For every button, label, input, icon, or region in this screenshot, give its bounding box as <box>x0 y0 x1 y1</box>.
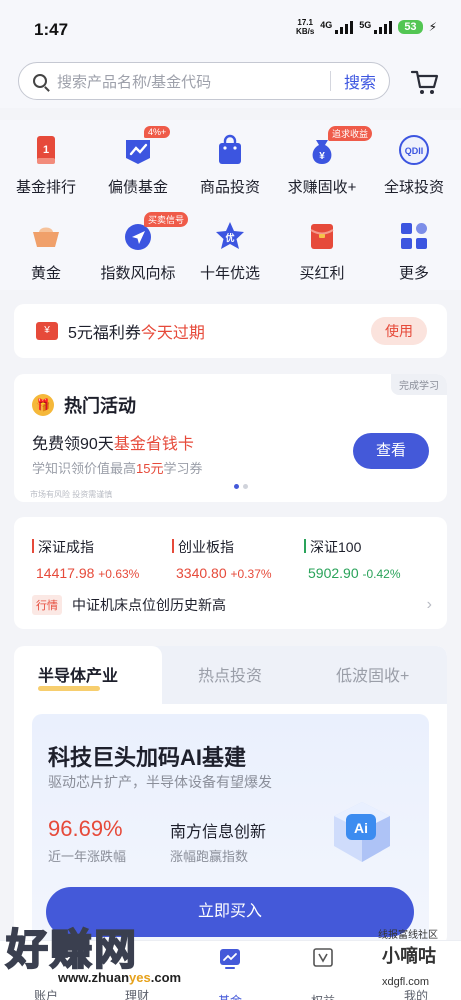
index-szcz[interactable]: 深证成指 14417.98 +0.63% <box>32 537 139 581</box>
index-signal-tag: 买卖信号 <box>144 212 189 227</box>
fund-tabs: 半导体产业 热点投资 低波固收+ <box>14 646 447 704</box>
grid-item-bond-fund[interactable]: 4%+ 偏债基金 <box>92 126 184 197</box>
fund-chart-icon <box>220 949 240 969</box>
activity-header: 🎁 热门活动 <box>32 392 136 418</box>
grid-item-gold[interactable]: 黄金 <box>0 220 92 283</box>
hot-activity-card: 完成学习 🎁 热门活动 免费领90天基金省钱卡 学知识领价值最高15元学习券 查… <box>14 374 447 502</box>
gift-icon: 🎁 <box>32 394 54 416</box>
promo-return-label: 近一年涨跌幅 <box>48 849 127 864</box>
svg-text:QDII: QDII <box>405 146 424 156</box>
grid-item-ten-year[interactable]: 优 十年优选 <box>184 220 276 283</box>
activity-corner-label: 完成学习 <box>391 374 447 395</box>
tab-benefits[interactable]: 权益 <box>288 947 358 1000</box>
activity-view-button[interactable]: 查看 <box>353 433 429 469</box>
promo-subtitle: 驱动芯片扩产，半导体设备有望爆发 <box>48 774 272 790</box>
grid-item-index-signal[interactable]: 买卖信号 指数风向标 <box>92 212 189 283</box>
index-cyb[interactable]: 创业板指 3340.80 +0.37% <box>172 537 272 581</box>
fixed-income-tag: 追求收益 <box>328 126 373 141</box>
shopping-bag-icon <box>214 134 246 166</box>
bond-fund-icon: 4%+ <box>122 126 171 166</box>
bond-fund-tag: 4%+ <box>144 126 171 138</box>
red-envelope-icon <box>306 220 338 252</box>
star-badge-icon: 优 <box>214 220 246 252</box>
index-sz100[interactable]: 深证100 5902.90 -0.42% <box>304 537 401 581</box>
search-row: 搜索产品名称/基金代码 搜索 <box>0 58 461 108</box>
promo-title: 科技巨头加码AI基建 <box>48 745 247 770</box>
status-bar: 1:47 17.1 KB/s 4G 5G 53 ⚡ <box>0 0 461 58</box>
watermark-logo-right: 线报富线社区 小嘀咕 xdgfl.com <box>378 930 438 988</box>
coupon-text: 5元福利券今天过期 <box>68 325 205 342</box>
ai-cube-icon: Ai <box>334 802 390 862</box>
cart-icon[interactable] <box>410 68 440 96</box>
grid-item-more[interactable]: 更多 <box>368 220 460 283</box>
promo-fund-label: 涨幅跑赢指数 <box>170 849 249 864</box>
watermark-logo-left: 好赚网 www.zhuanyes.com <box>5 924 182 985</box>
svg-text:¥: ¥ <box>319 151 325 162</box>
search-button[interactable]: 搜索 <box>331 69 389 93</box>
activity-headline: 免费领90天基金省钱卡 <box>32 436 194 453</box>
charging-icon: ⚡ <box>428 20 437 34</box>
carousel-dots <box>234 484 248 489</box>
activity-subline: 学知识领价值最高15元学习券 <box>32 461 203 476</box>
promo-return-rate: 96.69% <box>48 816 123 841</box>
svg-text:Ai: Ai <box>354 820 368 836</box>
grid-item-commodity[interactable]: 商品投资 <box>184 134 276 197</box>
news-text: 中证机床点位创历史新高 <box>72 597 226 613</box>
activity-title: 热门活动 <box>64 396 136 416</box>
grid-item-fixed-income[interactable]: ¥ 追求收益 求赚固收+ <box>276 126 373 197</box>
money-bag-icon: ¥ 追求收益 <box>306 126 373 166</box>
tab-semiconductor[interactable]: 半导体产业 <box>38 662 118 686</box>
grid-item-dividend[interactable]: 买红利 <box>276 220 368 283</box>
svg-text:1: 1 <box>43 144 49 156</box>
market-news[interactable]: 行情 中证机床点位创历史新高 › <box>32 595 432 615</box>
coupon-banner[interactable]: ¥ 5元福利券今天过期 使用 <box>14 304 447 358</box>
tab-hot-invest[interactable]: 热点投资 <box>198 662 262 686</box>
more-grid-icon <box>398 220 430 252</box>
tab-fund[interactable]: 基金 <box>195 947 265 1000</box>
shortcut-grid: 1 基金排行 4%+ 偏债基金 商品投资 ¥ 追求收益 求赚固收+ QDII 全… <box>0 120 461 290</box>
news-tag: 行情 <box>32 595 62 615</box>
benefits-icon <box>313 948 333 967</box>
svg-text:优: 优 <box>225 232 234 244</box>
market-indices-card[interactable]: 深证成指 14417.98 +0.63% 创业板指 3340.80 +0.37%… <box>14 517 447 629</box>
coupon-icon: ¥ <box>36 322 58 340</box>
status-icons: 17.1 KB/s 4G 5G 53 ⚡ <box>296 18 437 36</box>
gold-ingot-icon <box>30 220 62 252</box>
search-placeholder: 搜索产品名称/基金代码 <box>57 73 212 91</box>
search-input[interactable]: 搜索产品名称/基金代码 搜索 <box>18 62 390 100</box>
search-icon <box>33 74 47 88</box>
signal-5g-icon: 5G <box>359 20 393 34</box>
promo-fund-name: 南方信息创新 <box>170 824 267 841</box>
tab-low-vol[interactable]: 低波固收+ <box>336 662 409 686</box>
battery-indicator: 53 <box>398 20 423 34</box>
grid-item-fund-ranking[interactable]: 1 基金排行 <box>0 134 92 197</box>
status-time: 1:47 <box>34 20 69 39</box>
qdii-icon: QDII <box>398 134 430 166</box>
grid-item-global[interactable]: QDII 全球投资 <box>368 134 460 197</box>
network-speed: 17.1 KB/s <box>296 18 315 36</box>
compass-icon: 买卖信号 <box>122 212 189 252</box>
signal-4g-icon: 4G <box>320 20 354 34</box>
ranking-icon: 1 <box>30 134 62 166</box>
coupon-use-button[interactable]: 使用 <box>371 317 427 345</box>
chevron-right-icon: › <box>426 596 432 613</box>
risk-disclaimer: 市场有风险 投资需谨慎 <box>30 490 113 499</box>
